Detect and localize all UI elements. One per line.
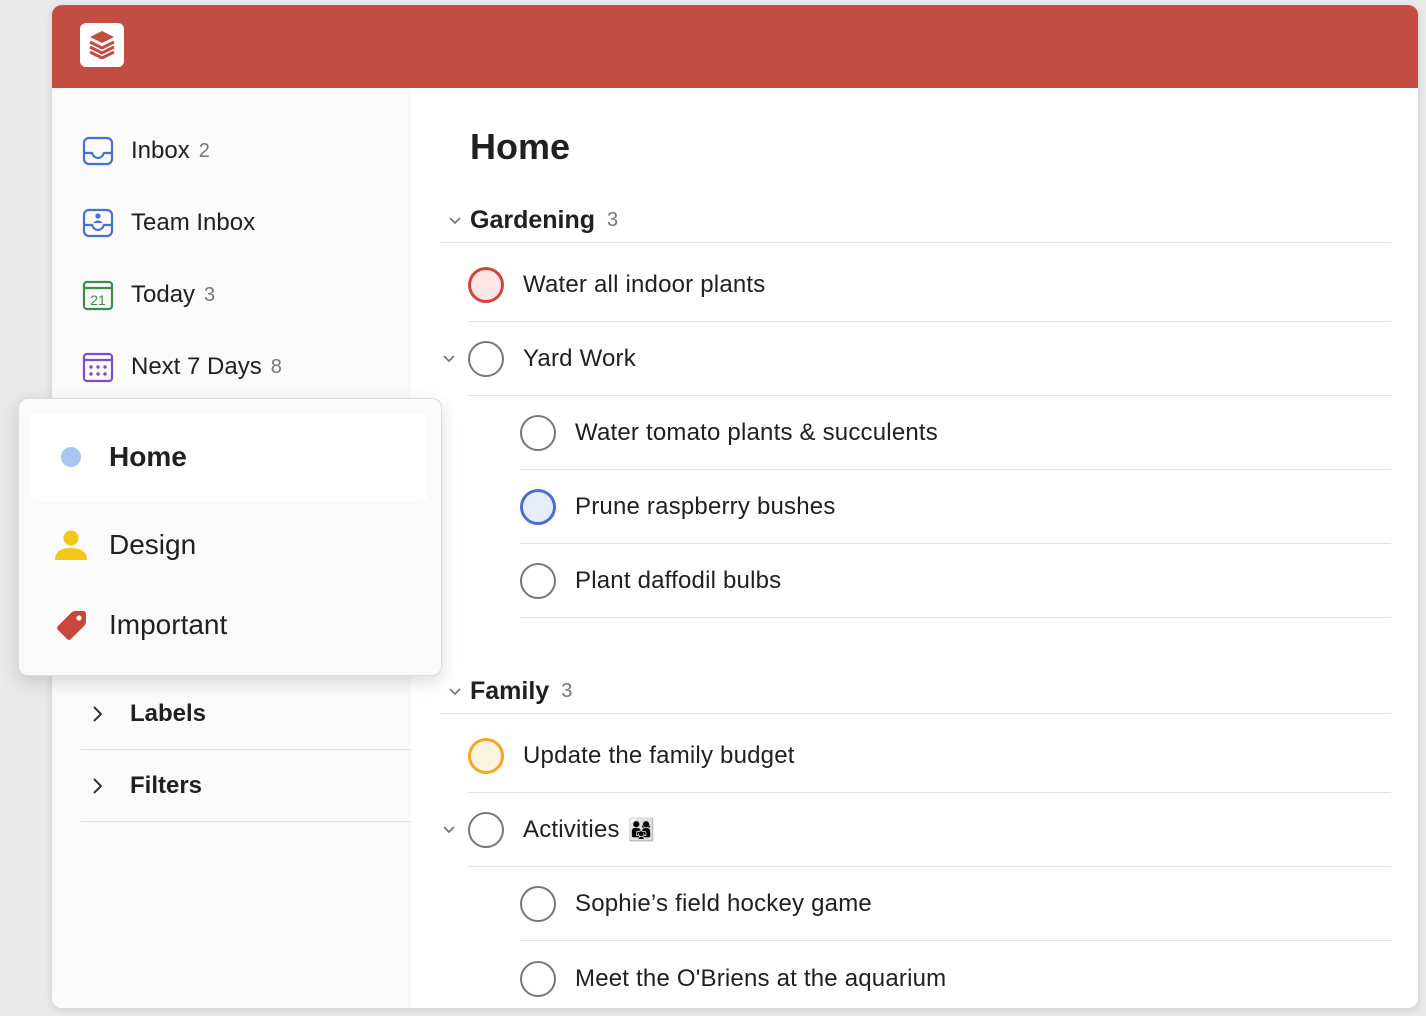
team-inbox-icon bbox=[82, 207, 114, 239]
svg-text:21: 21 bbox=[90, 292, 106, 308]
task-checkbox[interactable] bbox=[520, 415, 556, 451]
calendar-today-icon: 21 bbox=[82, 279, 114, 311]
sidebar-item-today[interactable]: 21 Today 3 bbox=[82, 275, 215, 315]
sidebar-section-label: Labels bbox=[130, 699, 207, 727]
chevron-right-icon bbox=[81, 776, 117, 796]
task-label: Update the family budget bbox=[523, 742, 795, 769]
inbox-icon bbox=[82, 135, 114, 167]
sidebar-item-next-7-days[interactable]: Next 7 Days 8 bbox=[82, 347, 282, 387]
subtask-item[interactable]: Prune raspberry bushes bbox=[520, 471, 1391, 544]
task-label: Water all indoor plants bbox=[523, 271, 766, 298]
dot-icon bbox=[43, 446, 99, 468]
chevron-down-icon[interactable] bbox=[440, 216, 470, 226]
chevron-down-icon[interactable] bbox=[438, 825, 460, 835]
task-label: Sophie’s field hockey game bbox=[575, 890, 872, 917]
sidebar-section-labels[interactable]: Labels bbox=[81, 678, 411, 750]
sidebar-section-label: Filters bbox=[130, 771, 203, 799]
popup-item-design[interactable]: Design bbox=[31, 501, 427, 589]
popup-item-home[interactable]: Home bbox=[31, 413, 427, 501]
subtask-item[interactable]: Water tomato plants & succulents bbox=[520, 397, 1391, 470]
task-label: Water tomato plants & succulents bbox=[575, 419, 939, 446]
subtask-item[interactable]: Sophie’s field hockey game bbox=[520, 868, 1391, 941]
sidebar-item-inbox[interactable]: Inbox 2 bbox=[82, 131, 210, 171]
sidebar-item-count: 8 bbox=[270, 355, 282, 378]
page-title: Home bbox=[470, 126, 571, 167]
calendar-week-icon bbox=[82, 351, 114, 383]
task-label: Activities bbox=[523, 816, 620, 843]
task-checkbox[interactable] bbox=[520, 960, 556, 997]
sidebar-item-count: 3 bbox=[204, 283, 216, 306]
family-emoji: 👨‍👩‍👧 bbox=[627, 817, 656, 842]
subtask-item[interactable]: Meet the O'Briens at the aquarium bbox=[520, 942, 1391, 1008]
task-checkbox[interactable] bbox=[520, 563, 556, 599]
task-label: Meet the O'Briens at the aquarium bbox=[575, 964, 947, 992]
task-label: Plant daffodil bulbs bbox=[575, 567, 782, 594]
group-name: Family bbox=[470, 677, 550, 705]
chevron-down-icon[interactable] bbox=[440, 687, 470, 697]
task-label: Yard Work bbox=[523, 345, 636, 372]
task-checkbox[interactable] bbox=[468, 267, 504, 303]
task-checkbox[interactable] bbox=[520, 489, 556, 525]
group-header-family: Family 3 bbox=[440, 670, 1391, 714]
task-checkbox[interactable] bbox=[468, 738, 504, 774]
subtask-item[interactable]: Plant daffodil bulbs bbox=[520, 545, 1391, 618]
sidebar-item-team-inbox[interactable]: Team Inbox bbox=[82, 203, 255, 243]
task-item[interactable]: Update the family budget bbox=[468, 720, 1391, 793]
app-logo[interactable] bbox=[80, 23, 124, 67]
task-checkbox[interactable] bbox=[520, 886, 556, 922]
sidebar-section-filters[interactable]: Filters bbox=[81, 750, 411, 822]
group-count: 3 bbox=[607, 209, 619, 231]
logo-icon bbox=[89, 31, 115, 59]
task-checkbox[interactable] bbox=[468, 812, 504, 848]
chevron-right-icon bbox=[81, 704, 117, 724]
task-item[interactable]: Yard Work bbox=[443, 323, 1391, 396]
popup-item-important[interactable]: Important bbox=[31, 581, 427, 669]
group-name: Gardening bbox=[470, 206, 596, 234]
sidebar-item-label: Team Inbox bbox=[131, 209, 256, 236]
sidebar-item-label: Next 7 Days bbox=[131, 353, 262, 380]
task-label: Prune raspberry bushes bbox=[575, 493, 836, 520]
popup-item-label: Home bbox=[109, 441, 187, 472]
sidebar-item-label: Today bbox=[131, 281, 196, 308]
group-count: 3 bbox=[561, 680, 573, 702]
tag-icon bbox=[43, 610, 99, 640]
group-header-gardening: Gardening 3 bbox=[440, 199, 1391, 243]
chevron-down-icon[interactable] bbox=[438, 354, 460, 364]
task-item[interactable]: Water all indoor plants bbox=[468, 249, 1391, 322]
person-icon bbox=[43, 529, 99, 561]
task-checkbox[interactable] bbox=[468, 341, 504, 377]
project-popup-menu: Home Design Important bbox=[18, 398, 442, 676]
sidebar-item-count: 2 bbox=[198, 139, 210, 162]
main-content: Home Gardening 3 Water all indoor plants… bbox=[411, 88, 1418, 1008]
sidebar-item-label: Inbox bbox=[131, 137, 190, 164]
popup-item-label: Design bbox=[109, 529, 197, 560]
task-item[interactable]: Activities 👨‍👩‍👧 bbox=[443, 794, 1391, 867]
top-bar bbox=[52, 5, 1418, 88]
popup-item-label: Important bbox=[109, 609, 228, 640]
